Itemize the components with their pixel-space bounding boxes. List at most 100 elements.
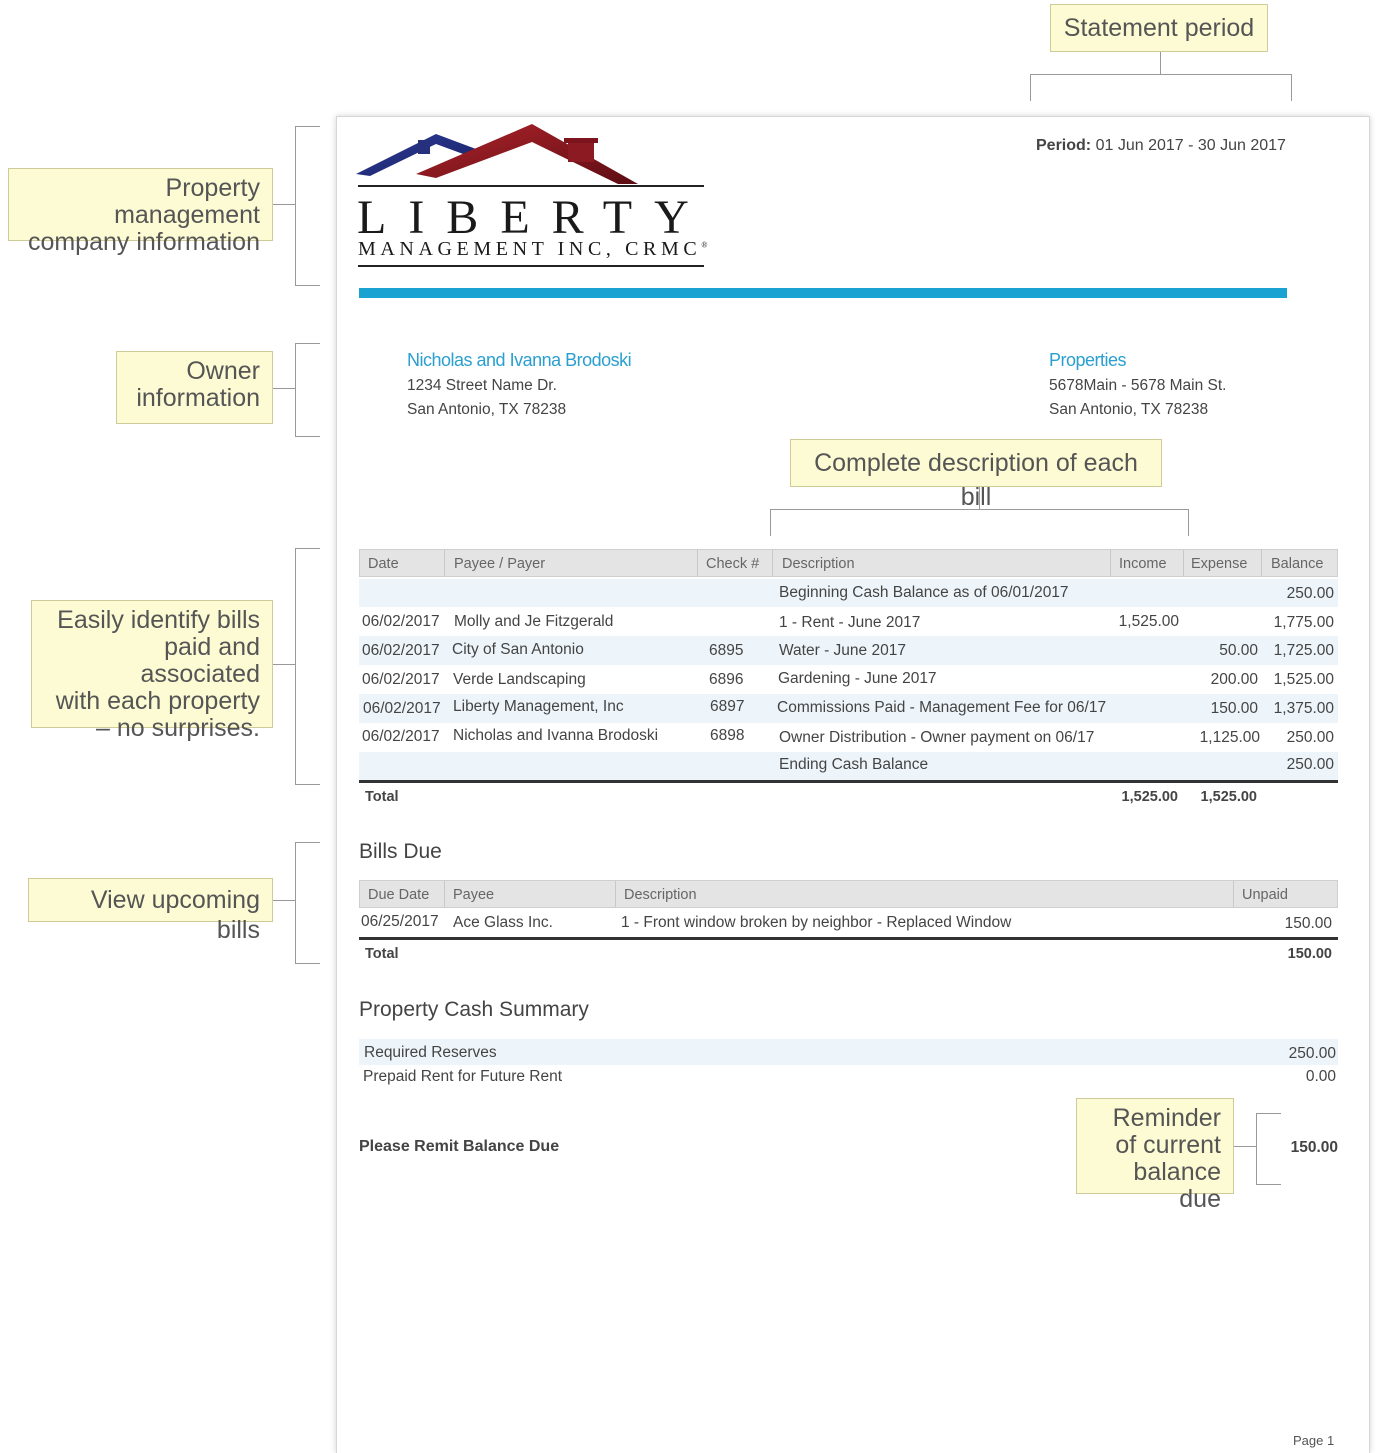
col-header-due-date: Due Date: [368, 887, 430, 903]
bills-total-rule: [359, 937, 1338, 940]
statement-page: [336, 116, 1370, 1453]
cell-date: 06/02/2017: [363, 700, 441, 717]
col-header-payee: Payee / Payer: [454, 556, 546, 572]
cell-balance: 250.00: [1286, 729, 1334, 746]
bracket-owner-info: [295, 343, 320, 437]
connector-line: [979, 487, 980, 509]
summary-label: Required Reserves: [364, 1044, 497, 1061]
properties-block: Properties 5678Main - 5678 Main St. San …: [1049, 350, 1227, 422]
ledger-total-row: Total 1,525.00 1,525.00: [359, 789, 1338, 809]
connector-line: [273, 204, 295, 205]
cell-check: 6896: [709, 671, 744, 688]
bracket-bill-description: [770, 509, 1189, 536]
total-expense: 1,525.00: [1200, 789, 1257, 805]
cell-description: Owner Distribution - Owner payment on 06…: [779, 729, 1095, 746]
cell-balance: 250.00: [1286, 756, 1334, 773]
cell-payee: Molly and Je Fitzgerald: [454, 613, 614, 630]
cell-payee: City of San Antonio: [452, 641, 584, 658]
cell-balance: 250.00: [1286, 585, 1334, 602]
cell-check: 6898: [710, 727, 745, 744]
callout-identify-bills: Easily identify bills paid and associate…: [31, 600, 273, 742]
cell-balance: 1,525.00: [1273, 671, 1334, 688]
cell-expense: 50.00: [1219, 642, 1258, 659]
total-label: Total: [365, 789, 399, 805]
header-divider: [1233, 881, 1234, 907]
owner-address-line1: 1234 Street Name Dr.: [407, 377, 557, 394]
cell-unpaid: 150.00: [1284, 915, 1332, 932]
bracket-company-info: [295, 126, 320, 286]
cell-payee: Nicholas and Ivanna Brodoski: [453, 727, 659, 744]
cell-date: 06/02/2017: [362, 613, 440, 630]
cash-summary-title: Property Cash Summary: [359, 998, 589, 1021]
bracket-identify-bills: [295, 548, 320, 785]
table-row: Ending Cash Balance 250.00: [359, 756, 1338, 776]
col-header-description: Description: [782, 556, 855, 572]
summary-label: Prepaid Rent for Future Rent: [363, 1068, 563, 1085]
total-unpaid: 150.00: [1287, 946, 1332, 962]
table-row: 06/25/2017 Ace Glass Inc. 1 - Front wind…: [359, 913, 1338, 935]
remit-label: Please Remit Balance Due: [359, 1138, 560, 1155]
cell-check: 6897: [710, 698, 745, 715]
callout-bill-description: Complete description of each bill: [790, 439, 1162, 511]
cell-description: Water - June 2017: [779, 642, 906, 659]
cell-expense: 1,125.00: [1199, 729, 1260, 746]
callout-company-info: Property management company information: [8, 168, 273, 256]
cell-expense: 200.00: [1210, 671, 1258, 688]
header-divider: [444, 881, 445, 907]
logo-rule-top: [358, 185, 704, 187]
bills-total-row: Total 150.00: [359, 946, 1338, 966]
total-income: 1,525.00: [1121, 789, 1178, 805]
bills-due-title: Bills Due: [359, 840, 442, 863]
bracket-reminder: [1256, 1113, 1281, 1185]
remit-value: 150.00: [1290, 1139, 1338, 1156]
ledger-total-rule: [359, 780, 1338, 783]
cell-description: Beginning Cash Balance as of 06/01/2017: [779, 584, 1069, 601]
cell-payee: Ace Glass Inc.: [453, 914, 553, 931]
total-label: Total: [365, 946, 399, 962]
connector-line: [273, 664, 295, 665]
col-header-balance: Balance: [1271, 556, 1324, 572]
bills-header-row: [359, 880, 1338, 908]
cell-date: 06/02/2017: [362, 671, 440, 688]
cell-date: 06/02/2017: [362, 642, 440, 659]
connector-line: [1160, 52, 1161, 74]
cell-payee: Verde Landscaping: [453, 671, 586, 688]
logo-rule-bottom: [358, 265, 704, 267]
header-divider: [1110, 550, 1111, 576]
bracket-upcoming-bills: [295, 842, 320, 964]
cell-balance: 1,725.00: [1273, 642, 1334, 659]
header-divider: [615, 881, 616, 907]
header-divider: [444, 550, 445, 576]
page-number: Page 1: [1293, 1433, 1335, 1448]
cell-expense: 150.00: [1210, 700, 1258, 717]
summary-value: 0.00: [1305, 1068, 1336, 1085]
header-divider: [1183, 550, 1184, 576]
cell-balance: 1,375.00: [1273, 700, 1334, 717]
callout-owner-info: Owner information: [116, 351, 273, 424]
col-header-check: Check #: [706, 556, 760, 572]
header-divider: [772, 550, 773, 576]
table-row: 06/02/2017 Nicholas and Ivanna Brodoski …: [359, 727, 1338, 747]
properties-heading: Properties: [1049, 350, 1127, 370]
table-row: 06/02/2017 City of San Antonio 6895 Wate…: [359, 641, 1338, 661]
col-header-date: Date: [368, 556, 399, 572]
cell-payee: Liberty Management, Inc: [453, 698, 624, 715]
connector-line: [273, 900, 295, 901]
cell-description: 1 - Rent - June 2017: [779, 614, 921, 631]
summary-row: Prepaid Rent for Future Rent 0.00: [359, 1068, 1338, 1088]
table-row: 06/02/2017 Liberty Management, Inc 6897 …: [359, 698, 1338, 718]
cell-description: Gardening - June 2017: [778, 670, 937, 687]
summary-value: 250.00: [1288, 1045, 1336, 1062]
owner-name: Nicholas and Ivanna Brodoski: [407, 350, 632, 370]
table-row: Beginning Cash Balance as of 06/01/2017 …: [359, 584, 1338, 604]
cell-balance: 1,775.00: [1273, 614, 1334, 631]
cell-description: Commissions Paid - Management Fee for 06…: [777, 699, 1107, 716]
logo-subtitle: MANAGEMENT INC, CRMC®: [358, 238, 708, 260]
bracket-statement-period: [1030, 74, 1292, 101]
connector-line: [1234, 1146, 1256, 1147]
cell-description: 1 - Front window broken by neighbor - Re…: [621, 914, 1012, 931]
col-header-unpaid: Unpaid: [1242, 887, 1288, 903]
cell-description: Ending Cash Balance: [779, 756, 929, 773]
cell-check: 6895: [709, 642, 744, 659]
owner-address-line2: San Antonio, TX 78238: [407, 401, 567, 418]
